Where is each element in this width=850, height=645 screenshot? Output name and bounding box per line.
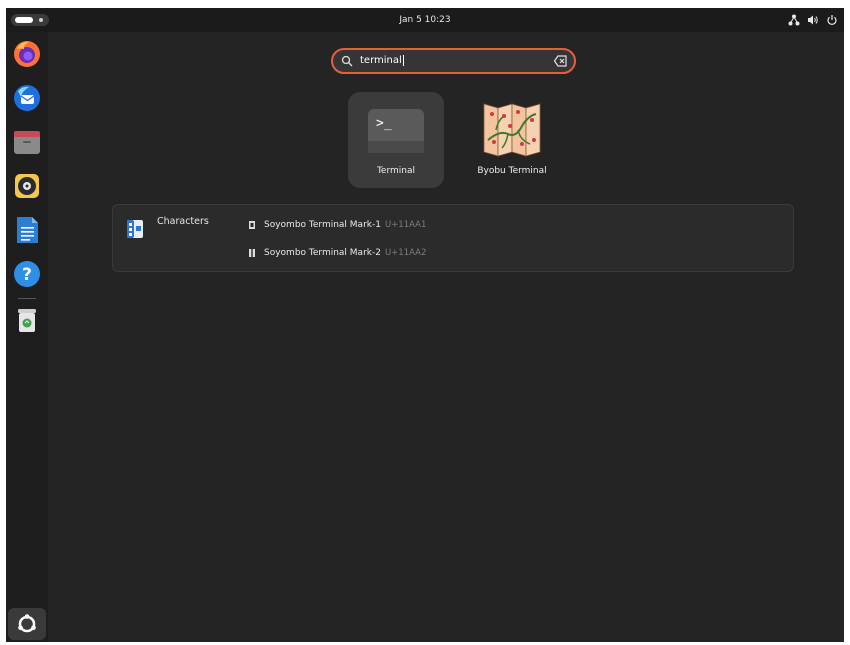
dock-separator [18,298,36,299]
character-codepoint: U+11AA2 [384,248,427,258]
show-apps-button[interactable] [8,608,46,640]
dock-item-libreoffice-writer[interactable] [11,214,43,246]
writer-document-icon [17,217,38,243]
soyombo-mark-2-glyph [249,249,255,257]
system-tray[interactable] [788,13,838,27]
character-name: Soyombo Terminal Mark-2 [264,248,381,258]
search-provider-characters: Characters Soyombo Terminal Mark-1 U+11A… [112,204,794,272]
soyombo-mark-1-glyph [249,221,255,229]
dock-item-help[interactable]: ? [11,258,43,290]
svg-text:>_: >_ [376,116,392,131]
dock-item-files[interactable] [11,126,43,158]
svg-text:?: ? [22,265,32,285]
network-icon [788,14,800,26]
app-result-label: Byobu Terminal [477,166,547,176]
search-query: terminal [360,55,402,66]
dock-item-rhythmbox[interactable] [11,170,43,202]
power-icon [827,15,837,25]
firefox-icon [14,41,40,67]
character-codepoint: U+11AA1 [384,220,427,230]
dock-item-trash[interactable] [11,304,43,336]
show-apps-icon [18,614,36,633]
files-icon [14,131,40,154]
desktop-screen: Jan 5 10:23 ? terminal >_ Terminal Byobu… [6,8,844,642]
app-result-terminal[interactable]: >_ Terminal [348,92,444,188]
search-input[interactable]: terminal [360,50,404,72]
byobu-folding-screen-icon [483,103,541,157]
character-name: Soyombo Terminal Mark-1 [264,220,381,230]
rhythmbox-icon [15,174,39,198]
dock: ? [6,32,48,642]
help-icon: ? [14,261,40,287]
search-field[interactable]: terminal [331,48,576,74]
terminal-icon: >_ [368,109,424,153]
clock[interactable]: Jan 5 10:23 [6,8,844,32]
app-result-byobu-terminal[interactable]: Byobu Terminal [464,92,560,188]
trash-icon [18,309,36,332]
clear-search-icon[interactable] [554,55,567,67]
character-result[interactable]: Soyombo Terminal Mark-2 U+11AA2 [249,246,426,260]
thunderbird-icon [14,85,40,111]
provider-name[interactable]: Characters [157,216,209,227]
top-bar: Jan 5 10:23 [6,8,844,32]
text-caret [402,54,404,66]
dock-item-firefox[interactable] [11,38,43,70]
characters-app-icon[interactable] [127,220,143,238]
search-icon [341,55,353,67]
app-result-label: Terminal [376,166,416,176]
dock-item-thunderbird[interactable] [11,82,43,114]
volume-icon [808,15,818,25]
character-result[interactable]: Soyombo Terminal Mark-1 U+11AA1 [249,218,426,232]
